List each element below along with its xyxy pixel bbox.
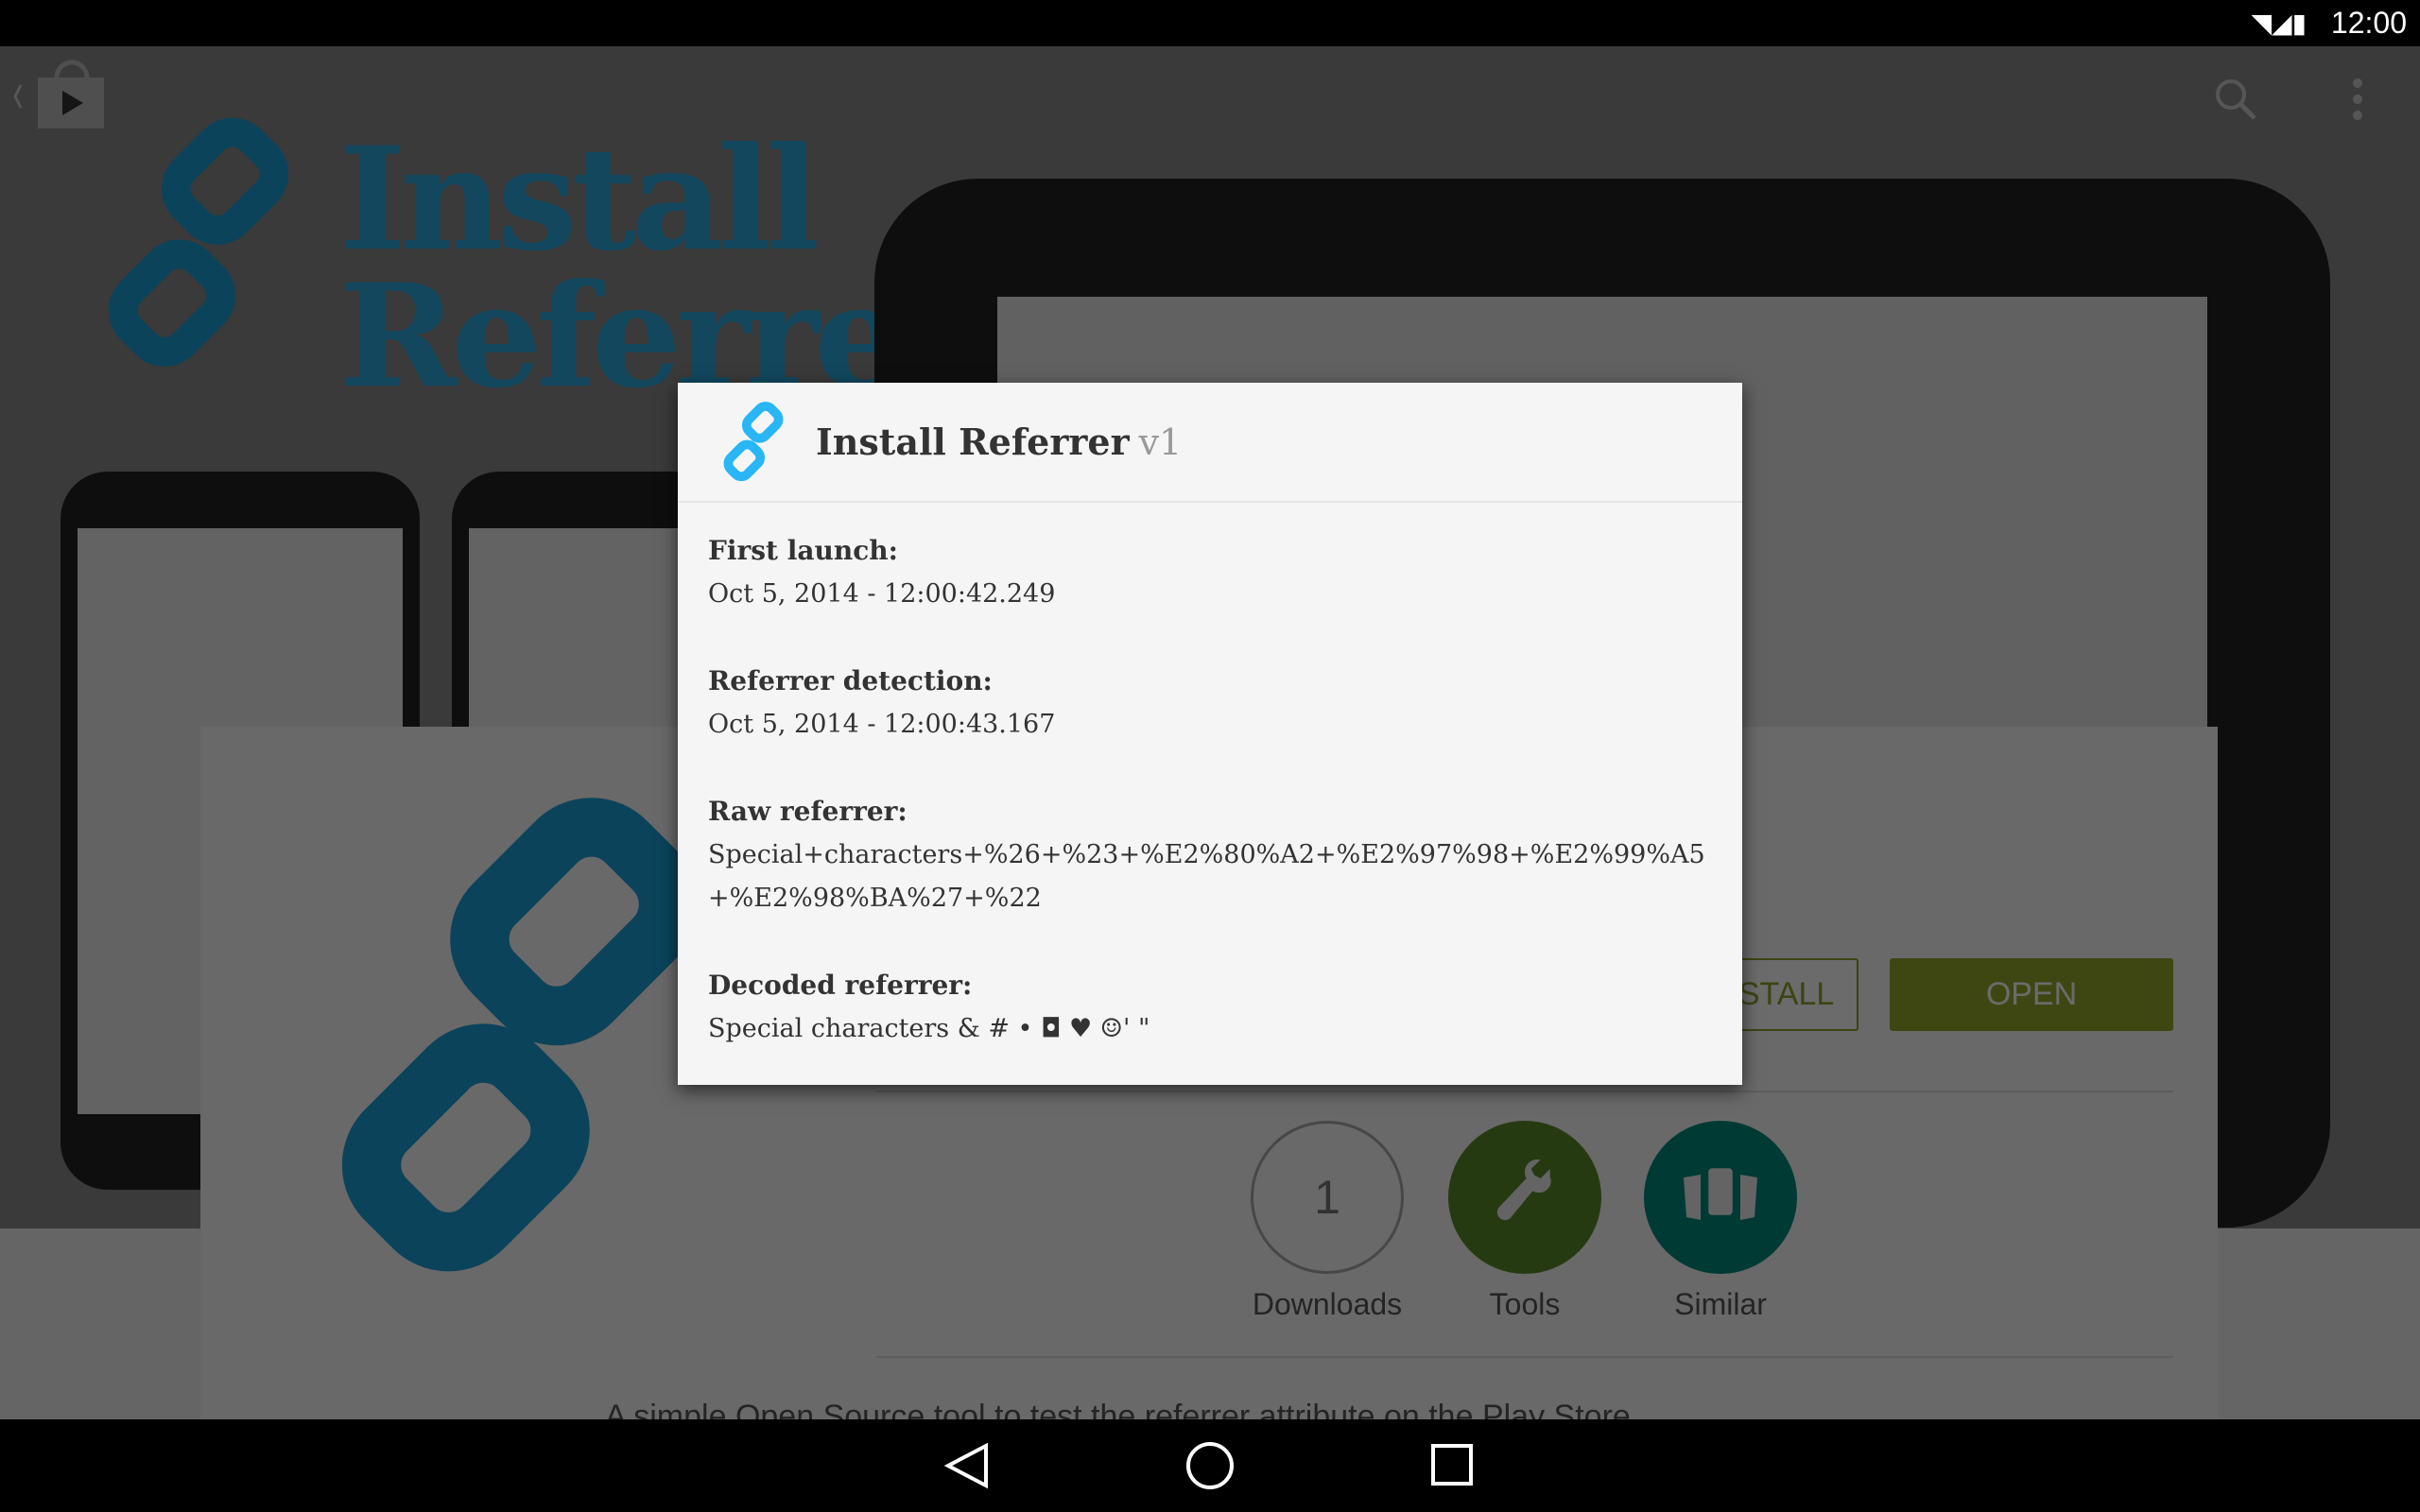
overflow-menu-icon[interactable] [2352,77,2363,125]
search-icon[interactable] [2212,76,2259,127]
open-button[interactable]: OPEN [1890,958,2173,1031]
similar-label: Similar [1674,1287,1767,1321]
downloads-badge[interactable]: 1 [1251,1121,1404,1274]
dialog-title: Install Referrer [816,421,1130,463]
raw-referrer-label: Raw referrer: [708,796,908,827]
wifi-signal-battery-icon: ◥◢▮ [2251,8,2307,39]
divider [876,1356,2173,1358]
banner-title: Install Referrer [339,116,974,420]
first-launch-value: Oct 5, 2014 - 12:00:42.249 [708,579,1056,609]
status-bar: ◥◢▮ 12:00 [0,0,2420,46]
first-launch-label: First launch: [708,535,898,566]
recents-nav-icon[interactable] [1426,1440,1482,1491]
dialog-body: First launch: Oct 5, 2014 - 12:00:42.249… [678,503,1742,1051]
chain-link-logo-icon [108,117,289,367]
raw-referrer-value: Special+characters+%26+%23+%E2%80%A2+%E2… [708,840,1705,913]
referrer-detection-value: Oct 5, 2014 - 12:00:43.167 [708,710,1056,739]
clock: 12:00 [2330,6,2407,40]
chain-link-icon [723,401,784,481]
home-nav-icon[interactable] [1182,1440,1238,1491]
navigation-bar [0,1419,2420,1512]
divider [876,1091,2173,1092]
dialog-version: v1 [1138,421,1183,463]
downloads-label: Downloads [1252,1287,1403,1321]
decoded-referrer-label: Decoded referrer: [708,970,973,1001]
tools-label: Tools [1489,1287,1561,1321]
decoded-referrer-value: Special characters & # • ◘ ♥ ☺' " [708,1014,1150,1043]
tools-button[interactable] [1448,1121,1601,1274]
dialog-header: Install Referrer v1 [678,383,1742,503]
back-nav-icon[interactable] [939,1440,995,1491]
similar-button[interactable] [1644,1121,1797,1274]
install-referrer-dialog: Install Referrer v1 First launch: Oct 5,… [678,383,1742,1085]
referrer-detection-label: Referrer detection: [708,665,993,696]
similar-apps-icon [1684,1163,1757,1220]
wrench-icon [1496,1160,1551,1221]
back-icon[interactable] [8,57,107,136]
